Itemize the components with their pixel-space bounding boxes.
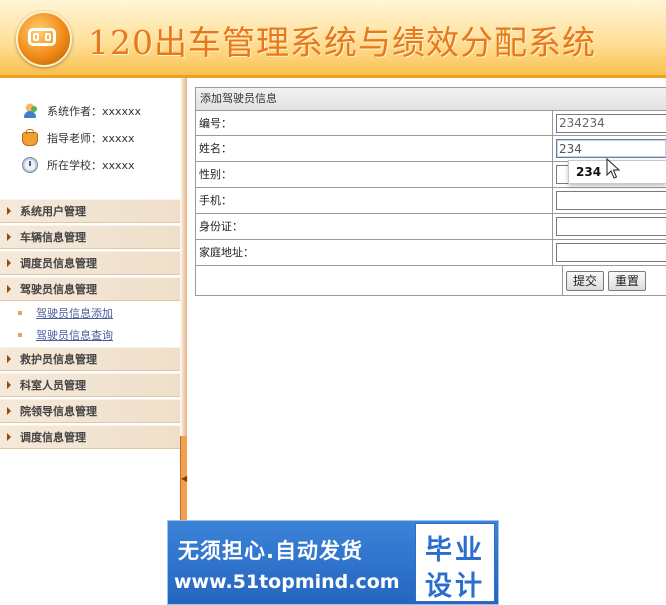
school-info: 所在学校：xxxxx — [22, 157, 135, 173]
form-row-id: 编号： — [196, 111, 666, 136]
badge-line2: 设计 — [425, 571, 485, 602]
menu-label: 车辆信息管理 — [20, 231, 86, 244]
menu-label: 院领导信息管理 — [20, 405, 97, 418]
actions-spacer — [196, 266, 563, 295]
menu-arrow-icon — [7, 433, 11, 441]
menu-arrow-icon — [7, 285, 11, 293]
menu-label: 救护员信息管理 — [20, 353, 97, 366]
menu-hospital-leaders[interactable]: 院领导信息管理 — [0, 399, 180, 423]
menu-arrow-icon — [7, 233, 11, 241]
author-info: 系统作者：xxxxxx — [22, 103, 141, 119]
form-row-address: 家庭地址： — [196, 240, 666, 266]
banner-slogan: 无须担心.自动发货 — [178, 539, 363, 563]
menu-label: 调度员信息管理 — [20, 257, 97, 270]
sidebar-toggle-handle[interactable]: ◀ — [180, 436, 187, 526]
reset-button[interactable]: 重置 — [608, 270, 647, 291]
header-bar: 120出车管理系统与绩效分配系统 — [0, 0, 666, 78]
teacher-icon — [22, 129, 38, 146]
submenu-link[interactable]: 驾驶员信息查询 — [36, 327, 113, 343]
badge-line1: 毕业 — [425, 535, 485, 566]
field-label: 手机： — [196, 188, 553, 213]
field-label: 编号： — [196, 111, 553, 135]
menu-dispatchers[interactable]: 调度员信息管理 — [0, 251, 180, 275]
menu-system-users[interactable]: 系统用户管理 — [0, 199, 180, 223]
field-label: 家庭地址： — [196, 240, 553, 265]
bullet-icon — [18, 333, 22, 337]
menu-arrow-icon — [7, 407, 11, 415]
submenu-link[interactable]: 驾驶员信息添加 — [36, 305, 113, 321]
menu-arrow-icon — [7, 355, 11, 363]
id-input[interactable] — [556, 113, 666, 133]
idcard-input[interactable] — [556, 217, 666, 236]
form-row-name: 姓名： — [196, 136, 666, 162]
watermark-banner: 无须担心.自动发货 www.51topmind.com 毕业 设计 — [167, 520, 499, 605]
menu-arrow-icon — [7, 207, 11, 215]
submenu-driver-add[interactable]: 驾驶员信息添加 — [18, 305, 113, 321]
menu-arrow-icon — [7, 259, 11, 267]
submit-button[interactable]: 提交 — [566, 270, 605, 291]
menu-department-staff[interactable]: 科室人员管理 — [0, 373, 180, 397]
menu-label: 科室人员管理 — [20, 379, 86, 392]
banner-badge: 毕业 设计 — [415, 523, 495, 602]
submenu-driver-query[interactable]: 驾驶员信息查询 — [18, 327, 113, 343]
form-caption: 添加驾驶员信息 — [196, 88, 666, 111]
school-label: 所在学校：xxxxx — [47, 159, 135, 172]
menu-label: 调度信息管理 — [20, 431, 86, 444]
form-row-phone: 手机： — [196, 188, 666, 214]
banner-url: www.51topmind.com — [174, 571, 400, 593]
field-label: 性别： — [196, 162, 553, 187]
address-input[interactable] — [556, 243, 666, 262]
menu-label: 驾驶员信息管理 — [20, 283, 97, 296]
menu-dispatch-info[interactable]: 调度信息管理 — [0, 425, 180, 449]
page-title: 120出车管理系统与绩效分配系统 — [88, 23, 596, 62]
bullet-icon — [18, 311, 22, 315]
author-label: 系统作者：xxxxxx — [47, 105, 142, 118]
system-logo-icon — [16, 11, 72, 67]
school-icon — [22, 157, 38, 173]
menu-drivers[interactable]: 驾驶员信息管理 — [0, 277, 180, 301]
name-input[interactable] — [556, 139, 666, 158]
form-row-idcard: 身份证： — [196, 214, 666, 240]
author-icon — [22, 103, 38, 119]
form-row-actions: 提交 重置 — [196, 266, 666, 295]
menu-vehicles[interactable]: 车辆信息管理 — [0, 225, 180, 249]
driver-form: 添加驾驶员信息 编号： 姓名： 性别： 手机： 身份证： 家庭地址： 提交 重置 — [195, 87, 666, 296]
field-label: 姓名： — [196, 136, 553, 161]
teacher-label: 指导老师：xxxxx — [47, 132, 135, 145]
menu-arrow-icon — [7, 381, 11, 389]
field-label: 身份证： — [196, 214, 553, 239]
teacher-info: 指导老师：xxxxx — [22, 129, 135, 146]
phone-input[interactable] — [556, 191, 666, 210]
menu-paramedics[interactable]: 救护员信息管理 — [0, 347, 180, 371]
collapse-arrow-icon: ◀ — [181, 474, 188, 483]
menu-label: 系统用户管理 — [20, 205, 86, 218]
mouse-cursor-icon — [606, 158, 621, 179]
